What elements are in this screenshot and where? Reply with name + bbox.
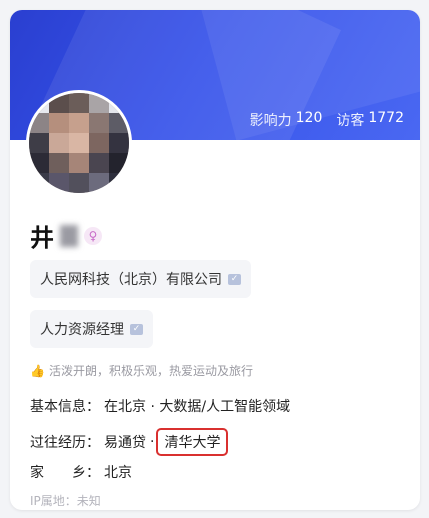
thumb-icon: 👍 — [30, 363, 45, 378]
basic-info-label: 基本信息： — [30, 399, 100, 415]
position-label: 人力资源经理 — [40, 322, 124, 338]
hometown: 家 乡： 北京 — [30, 462, 132, 482]
past-exp-separator: · — [150, 434, 155, 450]
stat-label: 影响力 — [249, 113, 292, 129]
past-exp-school-highlighted: 清华大学 — [156, 428, 229, 456]
female-icon: ♀ — [84, 226, 102, 245]
motto: 👍 活泼开朗，积极乐观，热爱运动及旅行 — [30, 362, 253, 379]
company-tag[interactable]: 人民网科技（北京）有限公司 ✓ — [30, 260, 251, 298]
motto-text: 活泼开朗，积极乐观，热爱运动及旅行 — [48, 364, 253, 378]
profile-stats: 影响力 120 访客 1772 — [250, 110, 404, 130]
profile-card: 影响力 120 访客 1772 井 ♀ 人民网科技（北京）有限公司 ✓ 人力资源… — [10, 10, 420, 510]
ip-location: IP属地：未知 — [30, 494, 101, 508]
basic-info-value: 在北京 · 大数据/人工智能领域 — [104, 399, 291, 415]
name-row: 井 ♀ — [30, 218, 102, 253]
stat-label: 访客 — [336, 113, 365, 129]
stat-visitors[interactable]: 访客 1772 — [336, 110, 404, 130]
verified-icon: ✓ — [130, 323, 143, 335]
basic-info: 基本信息： 在北京 · 大数据/人工智能领域 — [30, 396, 290, 416]
hometown-value: 北京 — [104, 465, 132, 481]
avatar[interactable] — [26, 90, 132, 196]
past-experience: 过往经历： 易通贷 · 清华大学 — [30, 428, 229, 456]
past-exp-company: 易通贷 — [104, 435, 146, 451]
stat-value: 120 — [295, 110, 323, 126]
stat-influence[interactable]: 影响力 120 — [250, 110, 323, 130]
verified-icon: ✓ — [228, 273, 241, 285]
company-label: 人民网科技（北京）有限公司 — [40, 272, 222, 288]
profile-name: 井 — [30, 224, 54, 252]
stat-value: 1772 — [368, 110, 404, 126]
name-blurred-part — [60, 224, 78, 247]
position-tag[interactable]: 人力资源经理 ✓ — [30, 310, 153, 348]
past-exp-label: 过往经历： — [30, 435, 100, 451]
hometown-label: 家 乡： — [30, 465, 100, 481]
